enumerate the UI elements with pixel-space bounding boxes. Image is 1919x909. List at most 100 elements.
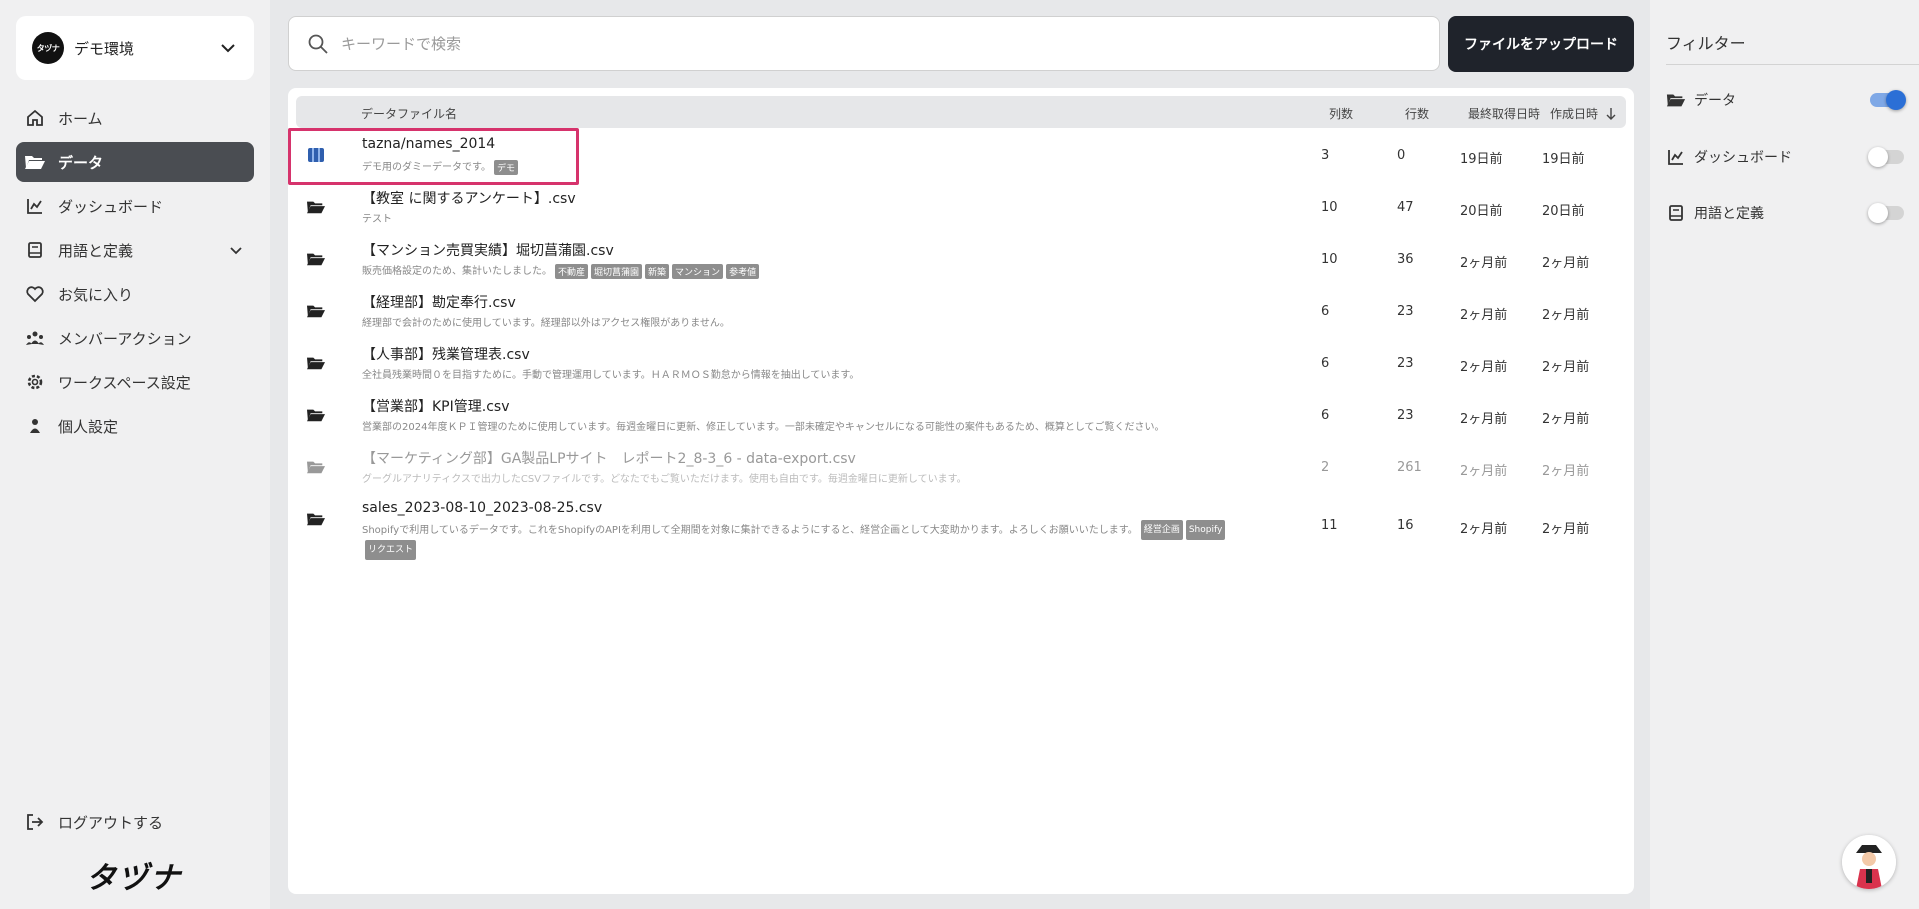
chart-line-icon: [1668, 150, 1683, 165]
selection-highlight: [288, 128, 579, 185]
filter-item-label: 用語と定義: [1694, 206, 1764, 222]
filter-item-glossary: 用語と定義: [1666, 203, 1904, 223]
folder-open-icon: [307, 305, 325, 318]
sidebar-item-favorites[interactable]: お気に入り: [16, 274, 254, 314]
file-title[interactable]: 【教室 に関するアンケート】.csv: [362, 188, 576, 208]
chevron-down-icon[interactable]: [228, 242, 244, 258]
sidebar-item-label: メンバーアクション: [58, 329, 192, 348]
table-row[interactable]: 【人事部】残業管理表.csv 全社員残業時間０を目指すために。手動で管理運用してい…: [288, 338, 1634, 390]
workspace-selector[interactable]: タヅナ デモ環境: [16, 16, 254, 80]
sidebar-item-label: ダッシュボード: [58, 197, 164, 216]
column-header-name[interactable]: データファイル名: [361, 105, 457, 122]
filter-title: フィルター: [1666, 34, 1746, 53]
folder-open-icon: [307, 409, 325, 422]
filter-toggle-data[interactable]: [1870, 90, 1906, 110]
file-title[interactable]: sales_2023-08-10_2023-08-25.csv: [362, 500, 602, 516]
cell-created: 2ヶ月前: [1542, 360, 1590, 375]
sidebar-item-glossary[interactable]: 用語と定義: [16, 230, 254, 270]
logout-icon: [27, 814, 44, 830]
table-row[interactable]: 【マンション売買実績】堀切菖蒲園.csv 販売価格設定のため、集計いたしました。不…: [288, 234, 1634, 286]
cell-created: 2ヶ月前: [1542, 464, 1590, 479]
sidebar-item-home[interactable]: ホーム: [16, 98, 254, 138]
sidebar-item-personal-settings[interactable]: 個人設定: [16, 406, 254, 446]
filter-toggle-glossary[interactable]: [1868, 203, 1904, 223]
sidebar-item-label: 用語と定義: [58, 241, 134, 260]
folder-open-icon: [307, 201, 325, 214]
cell-cols: 6: [1321, 356, 1330, 371]
sidebar-nav: ホーム データ ダッシュボード 用語と定義 お気に入り メンバーアクション ワー…: [16, 98, 254, 450]
file-title[interactable]: 【人事部】残業管理表.csv: [362, 344, 530, 364]
table-row[interactable]: 【営業部】KPI管理.csv 営業部の2024年度ＫＰＩ管理のために使用しています…: [288, 390, 1634, 442]
sidebar-item-data[interactable]: データ: [16, 142, 254, 182]
file-description-text: グーグルアナリティクスで出力したCSVファイルです。どなたでもご覧いただけます。…: [362, 474, 967, 485]
brand-logo: タヅナ: [86, 861, 182, 896]
file-title[interactable]: 【経理部】勘定奉行.csv: [362, 292, 516, 312]
column-header-cols[interactable]: 列数: [1329, 105, 1353, 122]
cell-cols: 10: [1321, 252, 1338, 267]
folder-open-icon: [307, 253, 325, 266]
filter-item-label: データ: [1694, 93, 1736, 109]
sort-arrow-down-icon: [1606, 108, 1616, 120]
file-title[interactable]: 【マンション売買実績】堀切菖蒲園.csv: [362, 240, 614, 260]
pirate-avatar-icon: [1842, 835, 1896, 889]
cell-cols: 3: [1321, 148, 1330, 163]
file-title[interactable]: 【営業部】KPI管理.csv: [362, 396, 509, 416]
tag-badge[interactable]: 堀切菖蒲園: [591, 263, 643, 279]
folder-open-icon: [307, 461, 325, 474]
file-description-text: テスト: [362, 214, 392, 225]
data-file-table: データファイル名 列数 行数 最終取得日時 作成日時 tazna/names_2…: [288, 88, 1634, 894]
search-bar[interactable]: [288, 16, 1440, 71]
cell-last-fetched: 20日前: [1460, 204, 1503, 219]
folder-open-icon: [307, 357, 325, 370]
filter-item-dashboard: ダッシュボード: [1666, 147, 1904, 167]
tag-badge[interactable]: 新築: [645, 263, 670, 279]
cell-created: 2ヶ月前: [1542, 522, 1590, 537]
divider: [1666, 64, 1919, 65]
tag-badge[interactable]: 経営企画: [1140, 520, 1183, 540]
sidebar-item-label: お気に入り: [58, 285, 134, 304]
filter-panel: フィルター データ ダッシュボード 用語と定義: [1650, 0, 1919, 909]
logout-button[interactable]: ログアウトする: [24, 811, 163, 833]
column-header-created[interactable]: 作成日時: [1550, 105, 1616, 122]
column-header-rows[interactable]: 行数: [1405, 105, 1429, 122]
sidebar-item-label: 個人設定: [58, 417, 119, 436]
tag-badge[interactable]: リクエスト: [365, 540, 417, 560]
filter-item-label: ダッシュボード: [1694, 150, 1792, 166]
cell-rows: 23: [1397, 408, 1414, 423]
upload-file-button[interactable]: ファイルをアップロード: [1448, 16, 1634, 72]
cell-rows: 261: [1397, 460, 1422, 475]
tag-badge[interactable]: 参考値: [726, 263, 760, 279]
tag-badge[interactable]: 不動産: [555, 263, 589, 279]
file-description: 全社員残業時間０を目指すために。手動で管理運用しています。ＨＡＲＭＯＳ勤怠から情…: [362, 366, 859, 381]
tag-badge[interactable]: マンション: [672, 263, 724, 279]
table-row[interactable]: 【経理部】勘定奉行.csv 経理部で会計のために使用しています。経理部以外はアクセ…: [288, 286, 1634, 338]
cell-rows: 16: [1397, 518, 1414, 533]
file-description: 経理部で会計のために使用しています。経理部以外はアクセス権限がありません。: [362, 314, 730, 329]
search-input[interactable]: [341, 34, 1421, 53]
assistant-avatar[interactable]: [1842, 835, 1896, 889]
cell-last-fetched: 19日前: [1460, 152, 1503, 167]
filter-toggle-dashboard[interactable]: [1868, 147, 1904, 167]
sidebar-item-member-actions[interactable]: メンバーアクション: [16, 318, 254, 358]
sidebar-item-label: データ: [58, 153, 104, 172]
sidebar-item-dashboard[interactable]: ダッシュボード: [16, 186, 254, 226]
cell-last-fetched: 2ヶ月前: [1460, 522, 1508, 537]
table-row[interactable]: 【マーケティング部】GA製品LPサイト レポート2_8-3_6 - data-e…: [288, 442, 1634, 494]
table-row[interactable]: sales_2023-08-10_2023-08-25.csv Shopifyで利…: [288, 494, 1634, 560]
table-row[interactable]: 【教室 に関するアンケート】.csv テスト 10 47 20日前 20日前: [288, 182, 1634, 234]
file-description-text: 販売価格設定のため、集計いたしました。: [362, 266, 552, 277]
file-description: 営業部の2024年度ＫＰＩ管理のために使用しています。毎週金曜日に更新、修正して…: [362, 418, 1165, 433]
file-title[interactable]: 【マーケティング部】GA製品LPサイト レポート2_8-3_6 - data-e…: [362, 448, 856, 468]
tag-badge[interactable]: Shopify: [1185, 520, 1226, 540]
cell-cols: 11: [1321, 518, 1338, 533]
cell-created: 20日前: [1542, 204, 1585, 219]
folder-open-icon: [1666, 94, 1686, 107]
cell-rows: 23: [1397, 356, 1414, 371]
cell-rows: 0: [1397, 148, 1406, 163]
cell-created: 2ヶ月前: [1542, 308, 1590, 323]
workspace-logo: タヅナ: [32, 32, 64, 64]
toggle-knob: [1868, 147, 1888, 167]
file-description: 販売価格設定のため、集計いたしました。 不動産 堀切菖蒲園 新築 マンション 参考値: [362, 262, 760, 279]
column-header-last-fetched[interactable]: 最終取得日時: [1468, 105, 1540, 122]
sidebar-item-workspace-settings[interactable]: ワークスペース設定: [16, 362, 254, 402]
